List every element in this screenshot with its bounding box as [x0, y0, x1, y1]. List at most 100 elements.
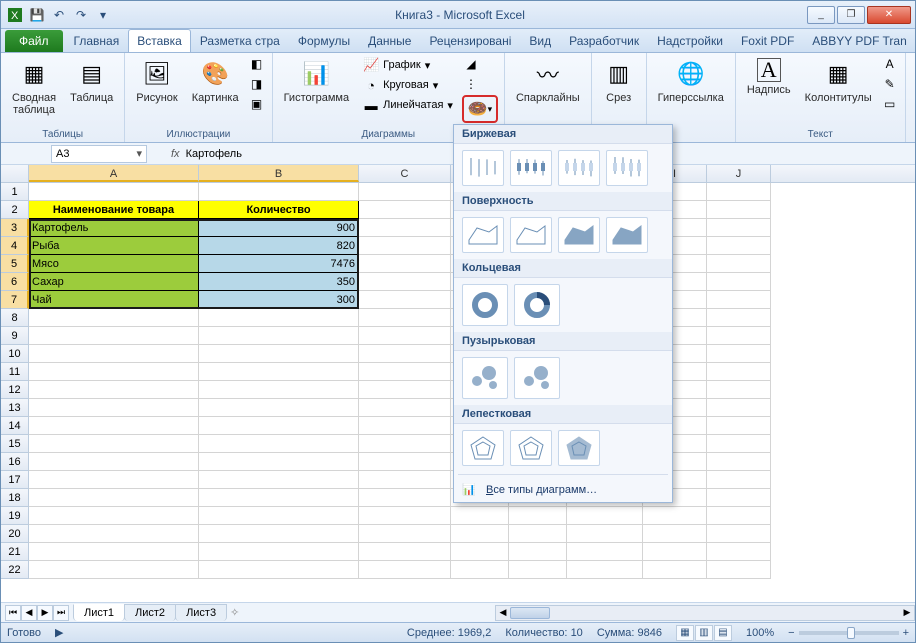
- cell-A9[interactable]: [29, 327, 199, 345]
- namebox-dropdown-icon[interactable]: ▾: [136, 147, 142, 160]
- cell-B10[interactable]: [199, 345, 359, 363]
- cell-C4[interactable]: [359, 237, 451, 255]
- cell-D22[interactable]: [451, 561, 509, 579]
- maximize-button[interactable]: ❐: [837, 6, 865, 24]
- row-header-9[interactable]: 9: [1, 327, 29, 345]
- pie-chart-button[interactable]: ◔Круговая ▾: [358, 75, 458, 95]
- cell-A5[interactable]: Мясо: [29, 255, 199, 273]
- cell-B1[interactable]: [199, 183, 359, 201]
- cell-C3[interactable]: [359, 219, 451, 237]
- header-footer-button[interactable]: ▦Колонтитулы: [800, 55, 877, 107]
- cell-C16[interactable]: [359, 453, 451, 471]
- cell-B13[interactable]: [199, 399, 359, 417]
- chart-option-surface-0[interactable]: [462, 217, 504, 253]
- cell-A3[interactable]: Картофель: [29, 219, 199, 237]
- chart-option-stock-1[interactable]: [510, 150, 552, 186]
- cell-C9[interactable]: [359, 327, 451, 345]
- cell-D20[interactable]: [451, 525, 509, 543]
- tab-разметка-стра[interactable]: Разметка стра: [191, 29, 289, 52]
- tab-разработчик[interactable]: Разработчик: [560, 29, 648, 52]
- cell-A10[interactable]: [29, 345, 199, 363]
- cell-C8[interactable]: [359, 309, 451, 327]
- zoom-out[interactable]: −: [788, 627, 794, 639]
- cell-B6[interactable]: 350: [199, 273, 359, 291]
- symbols-button[interactable]: ΩСимволы: [912, 55, 916, 107]
- row-header-5[interactable]: 5: [1, 255, 29, 273]
- cell-B19[interactable]: [199, 507, 359, 525]
- cell-J4[interactable]: [707, 237, 771, 255]
- cell-C17[interactable]: [359, 471, 451, 489]
- cell-B14[interactable]: [199, 417, 359, 435]
- cell-J14[interactable]: [707, 417, 771, 435]
- cell-J15[interactable]: [707, 435, 771, 453]
- cell-C6[interactable]: [359, 273, 451, 291]
- cell-C20[interactable]: [359, 525, 451, 543]
- sparklines-button[interactable]: 〰Спарклайны: [511, 55, 585, 107]
- cell-A19[interactable]: [29, 507, 199, 525]
- save-button[interactable]: 💾: [27, 5, 47, 25]
- cell-J22[interactable]: [707, 561, 771, 579]
- cell-B17[interactable]: [199, 471, 359, 489]
- sheet-tab-Лист2[interactable]: Лист2: [124, 604, 176, 621]
- shapes-button[interactable]: ◧: [248, 55, 266, 73]
- row-header-12[interactable]: 12: [1, 381, 29, 399]
- cell-A12[interactable]: [29, 381, 199, 399]
- column-header-C[interactable]: C: [359, 165, 451, 182]
- horizontal-scrollbar[interactable]: ◀ ▶: [495, 605, 915, 621]
- sheet-nav-next[interactable]: ▶: [37, 605, 53, 621]
- row-header-7[interactable]: 7: [1, 291, 29, 309]
- cell-J18[interactable]: [707, 489, 771, 507]
- hscroll-left[interactable]: ◀: [496, 606, 510, 620]
- cell-B3[interactable]: 900: [199, 219, 359, 237]
- chart-option-bubble-0[interactable]: [462, 357, 508, 399]
- row-header-20[interactable]: 20: [1, 525, 29, 543]
- cell-H20[interactable]: [567, 525, 643, 543]
- row-header-15[interactable]: 15: [1, 435, 29, 453]
- view-page-layout[interactable]: ▥: [695, 625, 713, 641]
- cell-E22[interactable]: [509, 561, 567, 579]
- cell-B5[interactable]: 7476: [199, 255, 359, 273]
- cell-A1[interactable]: [29, 183, 199, 201]
- slicer-button[interactable]: ▥Срез: [598, 55, 640, 107]
- name-box[interactable]: A3▾: [51, 145, 147, 163]
- new-sheet-button[interactable]: ✧: [230, 606, 239, 619]
- chart-option-radar-1[interactable]: [510, 430, 552, 466]
- cell-C11[interactable]: [359, 363, 451, 381]
- chart-option-stock-0[interactable]: [462, 150, 504, 186]
- cell-A15[interactable]: [29, 435, 199, 453]
- row-header-1[interactable]: 1: [1, 183, 29, 201]
- cell-I19[interactable]: [643, 507, 707, 525]
- sheet-nav-last[interactable]: ⏭: [53, 605, 69, 621]
- cell-J2[interactable]: [707, 201, 771, 219]
- row-header-4[interactable]: 4: [1, 237, 29, 255]
- cell-H21[interactable]: [567, 543, 643, 561]
- sheet-nav-first[interactable]: ⏮: [5, 605, 21, 621]
- cell-A4[interactable]: Рыба: [29, 237, 199, 255]
- row-header-19[interactable]: 19: [1, 507, 29, 525]
- cell-C12[interactable]: [359, 381, 451, 399]
- chart-option-radar-2[interactable]: [558, 430, 600, 466]
- cell-C22[interactable]: [359, 561, 451, 579]
- clipart-button[interactable]: 🎨Картинка: [187, 55, 244, 107]
- bar-chart-button[interactable]: ▬Линейчатая ▾: [358, 95, 458, 115]
- cell-E21[interactable]: [509, 543, 567, 561]
- chart-option-radar-0[interactable]: [462, 430, 504, 466]
- tab-формулы[interactable]: Формулы: [289, 29, 359, 52]
- row-header-22[interactable]: 22: [1, 561, 29, 579]
- chart-option-surface-1[interactable]: [510, 217, 552, 253]
- cell-B9[interactable]: [199, 327, 359, 345]
- cell-A22[interactable]: [29, 561, 199, 579]
- cell-J7[interactable]: [707, 291, 771, 309]
- row-header-16[interactable]: 16: [1, 453, 29, 471]
- row-header-11[interactable]: 11: [1, 363, 29, 381]
- cell-B21[interactable]: [199, 543, 359, 561]
- sheet-nav-prev[interactable]: ◀: [21, 605, 37, 621]
- cell-A11[interactable]: [29, 363, 199, 381]
- cell-C19[interactable]: [359, 507, 451, 525]
- line-chart-button[interactable]: 📈График ▾: [358, 55, 458, 75]
- chart-option-stock-2[interactable]: [558, 150, 600, 186]
- cell-J8[interactable]: [707, 309, 771, 327]
- area-chart-button[interactable]: ◢: [462, 55, 480, 73]
- cell-C5[interactable]: [359, 255, 451, 273]
- cell-I20[interactable]: [643, 525, 707, 543]
